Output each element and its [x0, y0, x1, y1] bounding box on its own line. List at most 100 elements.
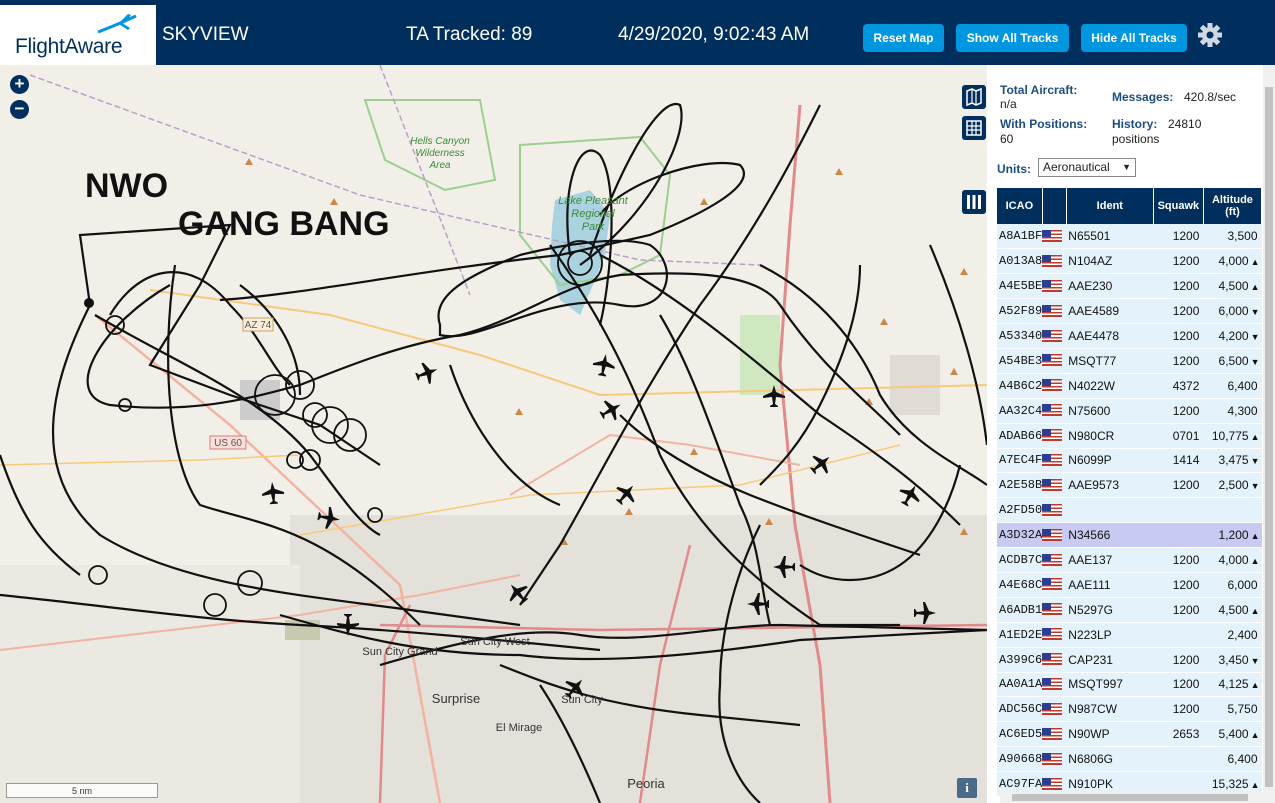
icao-cell: AC6ED5 — [997, 721, 1043, 748]
icao-cell: A2E58B — [997, 472, 1043, 499]
aircraft-row[interactable]: A52F89 AAE4589 1200 6,000 ▼ — [997, 298, 1262, 325]
altitude-value: 5,400 — [1218, 727, 1249, 742]
map-layers-button[interactable] — [962, 85, 986, 109]
place-label: Park — [582, 221, 605, 233]
aircraft-row[interactable]: AA32C4 N75600 1200 4,300 — [997, 398, 1262, 424]
altitude-value: 6,400 — [1227, 378, 1258, 393]
place-label: Hells Canyon — [410, 136, 470, 147]
scale-bar: 5 nm — [6, 783, 158, 798]
us-flag-icon — [1042, 727, 1063, 740]
flag-cell — [1042, 746, 1067, 773]
altitude-cell: 5,750 — [1203, 696, 1262, 723]
place-label: Area — [428, 160, 451, 171]
sidebar-vertical-scrollbar[interactable] — [1263, 65, 1275, 803]
altitude-cell: 4,300 — [1203, 398, 1262, 424]
gear-icon[interactable] — [1197, 22, 1223, 48]
flag-cell — [1042, 273, 1067, 300]
info-button[interactable]: i — [957, 778, 977, 798]
aircraft-row[interactable]: A2FD50 — [997, 497, 1262, 524]
history-value: 24810 positions — [1112, 117, 1202, 146]
aircraft-row[interactable]: ADC56C N987CW 1200 5,750 — [997, 696, 1262, 723]
aircraft-row[interactable]: A54BE3 MSQT77 1200 6,500 ▼ — [997, 348, 1262, 374]
aircraft-row[interactable]: A013A8 N104AZ 1200 4,000 ▲ — [997, 248, 1262, 275]
aircraft-row[interactable]: ADAB66 N980CR 0701 10,775 ▲ — [997, 423, 1262, 449]
flightaware-logo[interactable]: FlightAware — [0, 5, 156, 65]
urban-area — [290, 515, 987, 803]
track-start-marker — [84, 298, 94, 308]
altitude-value: 6,000 — [1227, 577, 1258, 592]
col-header-ident[interactable]: Ident — [1066, 188, 1154, 224]
altitude-trend-icon: ▲ — [1250, 257, 1260, 268]
hide-all-tracks-button[interactable]: Hide All Tracks — [1081, 24, 1187, 52]
ident-cell: N4022W — [1066, 373, 1154, 399]
altitude-value: 4,300 — [1227, 403, 1258, 418]
icao-cell: A54BE3 — [997, 348, 1043, 374]
flag-cell — [1042, 348, 1067, 374]
ident-cell: N75600 — [1066, 398, 1154, 424]
icao-cell: AA32C4 — [997, 398, 1043, 424]
altitude-trend-icon: ▼ — [1250, 655, 1260, 666]
icao-cell: ADC56C — [997, 696, 1043, 723]
ident-cell: CAP231 — [1066, 647, 1154, 673]
show-all-tracks-button[interactable]: Show All Tracks — [956, 24, 1069, 52]
us-flag-icon — [1042, 429, 1063, 442]
us-flag-icon — [1042, 329, 1063, 342]
altitude-trend-icon: ▲ — [1250, 680, 1260, 691]
altitude-cell: 4,000 ▲ — [1203, 248, 1262, 275]
squawk-cell: 4372 — [1153, 373, 1204, 399]
altitude-value: 6,500 — [1218, 353, 1249, 368]
messages-value: 420.8/sec — [1184, 90, 1237, 104]
aircraft-row[interactable]: A4B6C2 N4022W 4372 6,400 — [997, 373, 1262, 399]
icao-cell: A013A8 — [997, 248, 1043, 275]
grid-toggle-button[interactable] — [962, 116, 986, 140]
us-flag-icon — [1042, 603, 1063, 616]
aircraft-row[interactable]: AA0A1A MSQT997 1200 4,125 ▲ — [997, 672, 1262, 698]
parcel — [890, 355, 940, 415]
squawk-cell: 1200 — [1153, 597, 1204, 623]
sidebar-horizontal-scrollbar[interactable] — [1000, 792, 1263, 803]
altitude-trend-icon: ▼ — [1250, 456, 1260, 467]
scrollbar-thumb[interactable] — [1265, 87, 1273, 787]
altitude-cell: 4,125 ▲ — [1203, 672, 1262, 698]
columns-toggle-button[interactable] — [962, 190, 986, 214]
ident-cell: AAE4589 — [1066, 298, 1154, 325]
ident-cell — [1066, 497, 1154, 524]
road-label-az74: AZ 74 — [245, 320, 272, 331]
tracked-count: TA Tracked: 89 — [406, 24, 533, 45]
columns-icon — [967, 195, 981, 209]
aircraft-row[interactable]: A3D32A N34566 1,200 ▲ — [997, 522, 1262, 549]
zoom-out-button[interactable]: − — [10, 100, 29, 119]
icao-cell: A8A1BF — [997, 224, 1043, 250]
aircraft-row[interactable]: A1ED2E N223LP 2,400 — [997, 622, 1262, 648]
scrollbar-thumb[interactable] — [1012, 794, 1248, 801]
aircraft-row[interactable]: A4E5BE AAE230 1200 4,500 ▲ — [997, 273, 1262, 300]
col-header-altitude[interactable]: Altitude (ft) — [1203, 188, 1263, 224]
aircraft-row[interactable]: A2E58B AAE9573 1200 2,500 ▼ — [997, 472, 1262, 499]
aircraft-row[interactable]: A8A1BF N65501 1200 3,500 — [997, 224, 1262, 250]
units-select[interactable]: Aeronautical ▼ — [1038, 158, 1136, 177]
aircraft-row[interactable]: A4E68C AAE111 1200 6,000 — [997, 572, 1262, 598]
aircraft-row[interactable]: A7EC4F N6099P 1414 3,475 ▼ — [997, 448, 1262, 474]
col-header-icao[interactable]: ICAO — [997, 188, 1043, 224]
aircraft-row[interactable]: ACDB7C AAE137 1200 4,000 ▲ — [997, 547, 1262, 573]
col-header-squawk[interactable]: Squawk — [1153, 188, 1204, 224]
icao-cell: ADAB66 — [997, 423, 1043, 449]
aircraft-row[interactable]: A399C6 CAP231 1200 3,450 ▼ — [997, 647, 1262, 673]
altitude-cell: 2,500 ▼ — [1203, 472, 1262, 499]
altitude-value: 1,200 — [1218, 528, 1249, 543]
reset-map-button[interactable]: Reset Map — [863, 24, 944, 52]
aircraft-row[interactable]: A90668 N6806G 6,400 — [997, 746, 1262, 773]
squawk-cell — [1153, 746, 1204, 773]
aircraft-row[interactable]: A6ADB1 N5297G 1200 4,500 ▲ — [997, 597, 1262, 623]
aircraft-row[interactable]: A53340 AAE4478 1200 4,200 ▼ — [997, 323, 1262, 349]
altitude-trend-icon: ▲ — [1250, 556, 1260, 567]
aircraft-row[interactable]: AC6ED5 N90WP 2653 5,400 ▲ — [997, 721, 1262, 748]
zoom-in-button[interactable]: + — [10, 75, 29, 94]
us-flag-icon — [1042, 653, 1063, 666]
map-canvas[interactable]: Hells Canyon Wilderness Area Lake Pleasa… — [0, 65, 987, 803]
altitude-value: 4,000 — [1218, 553, 1249, 568]
us-flag-icon — [1042, 254, 1063, 267]
ident-cell: N34566 — [1066, 522, 1154, 549]
altitude-cell: 6,400 — [1203, 373, 1262, 399]
flag-cell — [1042, 448, 1067, 474]
